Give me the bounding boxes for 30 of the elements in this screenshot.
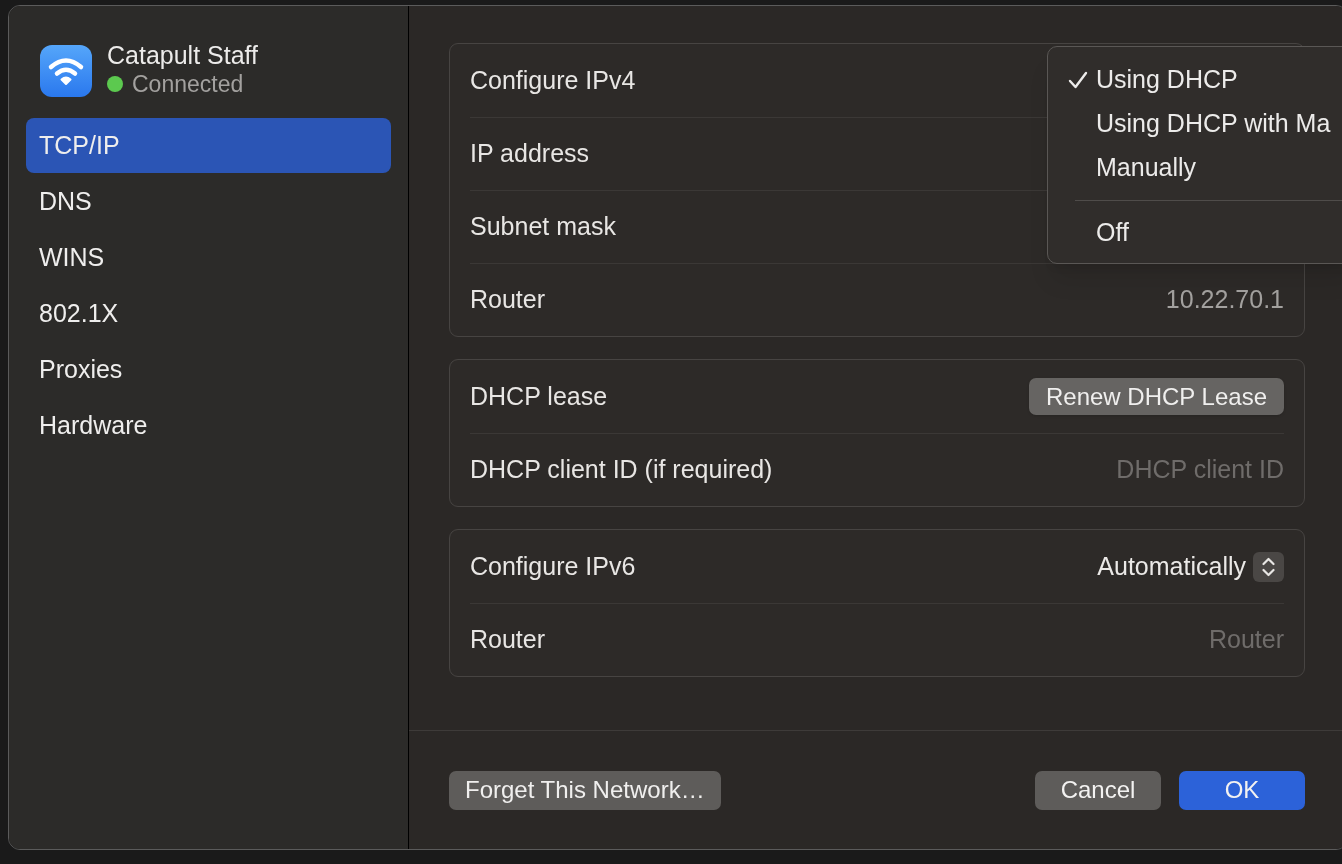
menu-item[interactable]: Off	[1048, 211, 1342, 255]
dialog-button[interactable]: OK	[1179, 770, 1305, 810]
forget-network-button[interactable]: Forget This Network…	[449, 770, 721, 810]
sidebar-item[interactable]: WINS	[26, 230, 391, 285]
setting-label: Router	[470, 624, 546, 656]
text-field[interactable]: DHCP client ID	[944, 451, 1284, 489]
setting-label: Router	[470, 284, 546, 316]
setting-label: Configure IPv4	[470, 64, 636, 96]
text-field[interactable]: Router	[944, 621, 1284, 659]
router-value: 10.22.70.1	[1165, 284, 1284, 316]
menu-item[interactable]: Using DHCP with Ma	[1048, 102, 1342, 146]
sidebar-item[interactable]: 802.1X	[26, 286, 391, 341]
network-status: Connected	[132, 70, 244, 98]
setting-label: Subnet mask	[470, 211, 616, 243]
sidebar-item[interactable]: TCP/IP	[26, 118, 391, 173]
setting-label: Configure IPv6	[470, 550, 636, 582]
setting-label: DHCP lease	[470, 380, 608, 412]
up-down-chevron-icon	[1253, 551, 1284, 582]
sidebar-item[interactable]: Hardware	[26, 398, 391, 453]
sidebar-item[interactable]: DNS	[26, 174, 391, 229]
menu-item[interactable]: Manually	[1048, 146, 1342, 190]
wifi-icon	[40, 45, 92, 97]
setting-label: DHCP client ID (if required)	[470, 454, 773, 486]
menu-item[interactable]: Using DHCP	[1048, 58, 1342, 102]
ipv6-popup-button[interactable]: Automatically	[1097, 547, 1284, 586]
dialog-button[interactable]: Cancel	[1035, 770, 1161, 810]
sidebar-item[interactable]: Proxies	[26, 342, 391, 397]
renew-lease-button[interactable]: Renew DHCP Lease	[1029, 378, 1284, 415]
network-name: Catapult Staff	[107, 40, 259, 70]
setting-label: IP address	[470, 138, 590, 170]
